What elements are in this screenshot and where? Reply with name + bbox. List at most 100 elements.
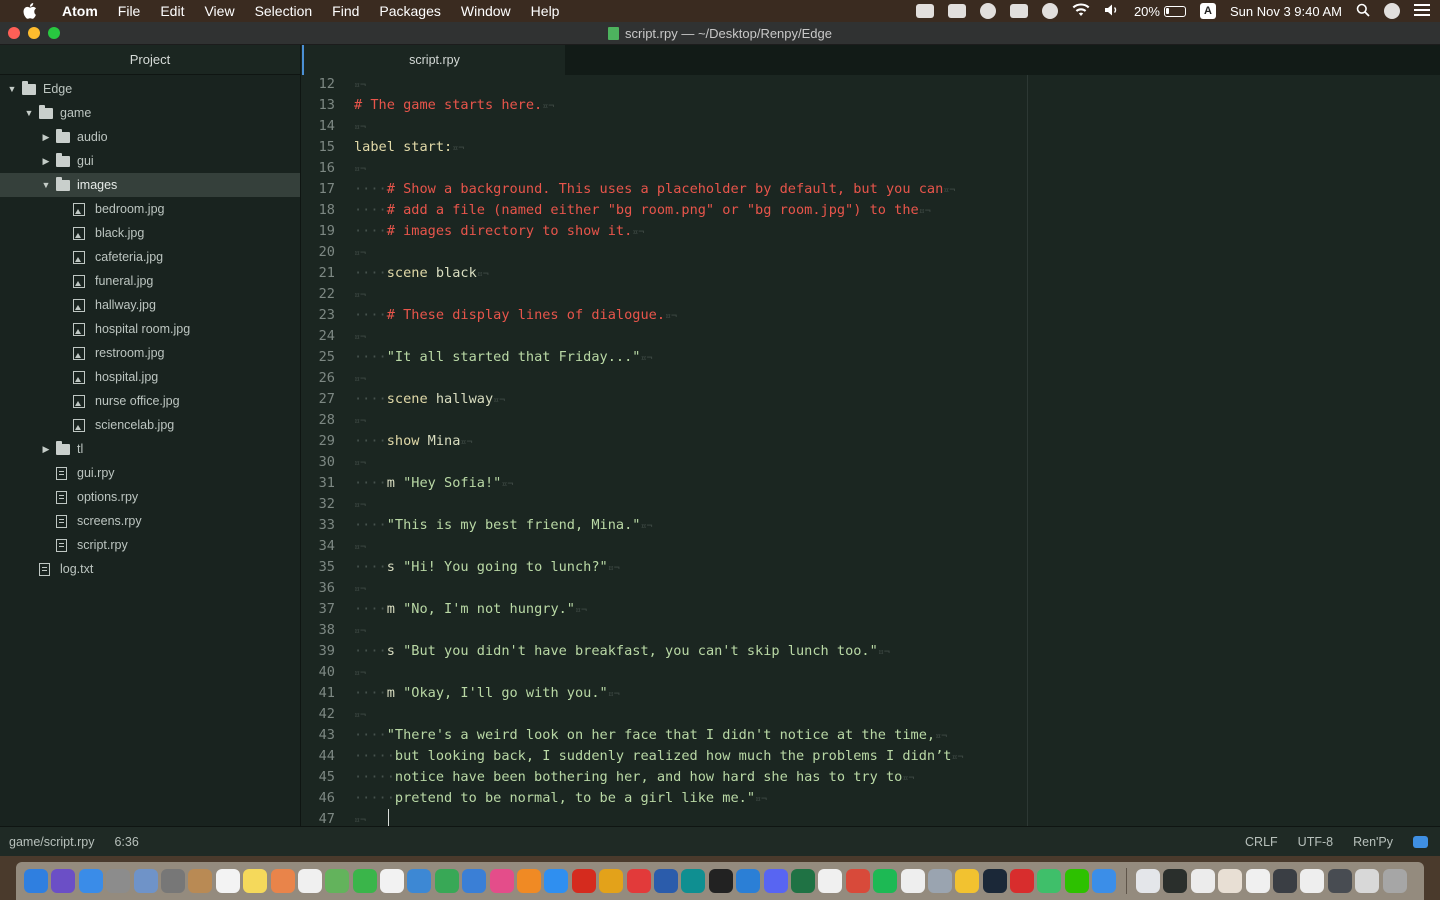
keynote-icon[interactable] bbox=[462, 869, 487, 893]
tree-file[interactable]: hospital.jpg bbox=[0, 365, 300, 389]
code-line[interactable]: 25 ····"It all started that Friday..."¤¬ bbox=[302, 347, 1440, 368]
code-editor[interactable]: 12 ¤¬ 13 # The game starts here.¤¬ 14 ¤¬ 15 lab… bbox=[302, 75, 1440, 826]
document-thumbnail-icon[interactable] bbox=[1136, 869, 1161, 893]
code-line[interactable]: 34 ¤¬ bbox=[302, 536, 1440, 557]
tree-file[interactable]: options.rpy bbox=[0, 485, 300, 509]
tree-folder[interactable]: ▶ audio bbox=[0, 125, 300, 149]
itunes-icon[interactable] bbox=[489, 869, 514, 893]
airplay-icon[interactable] bbox=[1009, 4, 1028, 18]
calendar-icon[interactable] bbox=[215, 869, 240, 893]
typora-icon[interactable] bbox=[900, 869, 925, 893]
code-line[interactable]: 16 ¤¬ bbox=[302, 158, 1440, 179]
code-line[interactable]: 18 ····# add a file (named either "bg roo… bbox=[302, 200, 1440, 221]
window-thumbnail-icon[interactable] bbox=[1272, 869, 1297, 893]
trash-icon[interactable] bbox=[1382, 869, 1407, 893]
textedit-icon[interactable] bbox=[380, 869, 405, 893]
reminders-icon[interactable] bbox=[297, 869, 322, 893]
code-line[interactable]: 46 ·····pretend to be normal, to be a gir… bbox=[302, 788, 1440, 809]
numbers-icon[interactable] bbox=[434, 869, 459, 893]
chevron-down-icon[interactable]: ▼ bbox=[40, 179, 52, 191]
code-line[interactable]: 24 ¤¬ bbox=[302, 326, 1440, 347]
sourcetree-icon[interactable] bbox=[736, 869, 761, 893]
code-line[interactable]: 35 ····s "Hi! You going to lunch?"¤¬ bbox=[302, 557, 1440, 578]
clock[interactable]: Sun Nov 3 9:40 AM bbox=[1230, 4, 1342, 19]
chevron-right-icon[interactable]: ▶ bbox=[40, 155, 52, 167]
code-line[interactable]: 17 ····# Show a background. This uses a p… bbox=[302, 179, 1440, 200]
spotlight-search-icon[interactable] bbox=[1356, 3, 1370, 20]
tree-file[interactable]: log.txt bbox=[0, 557, 300, 581]
maps-icon[interactable] bbox=[325, 869, 350, 893]
document-thumbnail-icon[interactable] bbox=[1300, 869, 1325, 893]
battery-indicator[interactable]: 20% bbox=[1134, 4, 1186, 19]
tree-file[interactable]: cafeteria.jpg bbox=[0, 245, 300, 269]
notification-center-icon[interactable] bbox=[1414, 3, 1430, 19]
terminal-icon[interactable] bbox=[708, 869, 733, 893]
bluetooth-icon[interactable] bbox=[1041, 3, 1058, 19]
photos-icon[interactable] bbox=[270, 869, 295, 893]
code-line[interactable]: 31 ····m "Hey Sofia!"¤¬ bbox=[302, 473, 1440, 494]
tree-folder[interactable]: ▶ tl bbox=[0, 437, 300, 461]
code-line[interactable]: 28 ¤¬ bbox=[302, 410, 1440, 431]
tree-folder[interactable]: ▼ images bbox=[0, 173, 300, 197]
code-line[interactable]: 21 ····scene black¤¬ bbox=[302, 263, 1440, 284]
system-preferences-icon[interactable] bbox=[160, 869, 185, 893]
code-line[interactable]: 44 ·····but looking back, I suddenly real… bbox=[302, 746, 1440, 767]
app-store-icon[interactable] bbox=[544, 869, 569, 893]
volume-icon[interactable] bbox=[1104, 3, 1120, 20]
game-icon[interactable] bbox=[845, 869, 870, 893]
code-line[interactable]: 14 ¤¬ bbox=[302, 116, 1440, 137]
wifi-icon[interactable] bbox=[1072, 2, 1090, 20]
code-line[interactable]: 22 ¤¬ bbox=[302, 284, 1440, 305]
app-menu[interactable]: Atom bbox=[52, 0, 108, 22]
finder-icon[interactable] bbox=[24, 869, 48, 893]
atom-icon[interactable] bbox=[1092, 869, 1117, 893]
status-grammar[interactable]: Ren'Py bbox=[1353, 835, 1393, 849]
arduino-icon[interactable] bbox=[681, 869, 706, 893]
code-line[interactable]: 37 ····m "No, I'm not hungry."¤¬ bbox=[302, 599, 1440, 620]
bookmark-tray-icon[interactable] bbox=[947, 4, 966, 18]
status-file-path[interactable]: game/script.rpy bbox=[9, 835, 94, 849]
tree-file[interactable]: nurse office.jpg bbox=[0, 389, 300, 413]
window-thumbnail-icon[interactable] bbox=[1327, 869, 1352, 893]
code-line[interactable]: 38 ¤¬ bbox=[302, 620, 1440, 641]
notes-icon[interactable] bbox=[243, 869, 268, 893]
code-line[interactable]: 33 ····"This is my best friend, Mina."¤¬ bbox=[302, 515, 1440, 536]
excel-icon[interactable] bbox=[790, 869, 815, 893]
document-thumbnail-icon[interactable] bbox=[1190, 869, 1215, 893]
books-icon[interactable] bbox=[517, 869, 542, 893]
code-line[interactable]: 41 ····m "Okay, I'll go with you."¤¬ bbox=[302, 683, 1440, 704]
facetime-icon[interactable] bbox=[352, 869, 377, 893]
menu-packages[interactable]: Packages bbox=[369, 0, 450, 22]
tree-file[interactable]: restroom.jpg bbox=[0, 341, 300, 365]
bookmark-icon[interactable] bbox=[1010, 869, 1035, 893]
code-line[interactable]: 13 # The game starts here.¤¬ bbox=[302, 95, 1440, 116]
window-thumbnail-icon[interactable] bbox=[1355, 869, 1380, 893]
tree-file[interactable]: script.rpy bbox=[0, 533, 300, 557]
menu-selection[interactable]: Selection bbox=[245, 0, 323, 22]
code-line[interactable]: 27 ····scene hallway¤¬ bbox=[302, 389, 1440, 410]
tree-folder[interactable]: ▼ Edge bbox=[0, 77, 300, 101]
wechat-tray-icon[interactable] bbox=[915, 4, 934, 18]
preview-icon[interactable] bbox=[133, 869, 158, 893]
code-line[interactable]: 19 ····# images directory to show it.¤¬ bbox=[302, 221, 1440, 242]
document-thumbnail-icon[interactable] bbox=[1218, 869, 1243, 893]
chevron-right-icon[interactable]: ▶ bbox=[40, 443, 52, 455]
code-line[interactable]: 26 ¤¬ bbox=[302, 368, 1440, 389]
menu-find[interactable]: Find bbox=[322, 0, 369, 22]
menu-file[interactable]: File bbox=[108, 0, 151, 22]
wechat-icon[interactable] bbox=[1064, 869, 1089, 893]
code-line[interactable]: 42 ¤¬ bbox=[302, 704, 1440, 725]
code-line[interactable]: 43 ····"There's a weird look on her face … bbox=[302, 725, 1440, 746]
apple-icon[interactable] bbox=[20, 3, 40, 19]
pages-icon[interactable] bbox=[818, 869, 843, 893]
chevron-down-icon[interactable]: ▼ bbox=[6, 83, 18, 95]
spotify-icon[interactable] bbox=[873, 869, 898, 893]
tree-file[interactable]: sciencelab.jpg bbox=[0, 413, 300, 437]
code-line[interactable]: 12 ¤¬ bbox=[302, 75, 1440, 95]
code-line[interactable]: 30 ¤¬ bbox=[302, 452, 1440, 473]
code-line[interactable]: 32 ¤¬ bbox=[302, 494, 1440, 515]
code-line[interactable]: 15 label start:¤¬ bbox=[302, 137, 1440, 158]
tree-folder[interactable]: ▶ gui bbox=[0, 149, 300, 173]
terminal-window-thumbnail-icon[interactable] bbox=[1163, 869, 1188, 893]
menu-edit[interactable]: Edit bbox=[150, 0, 194, 22]
